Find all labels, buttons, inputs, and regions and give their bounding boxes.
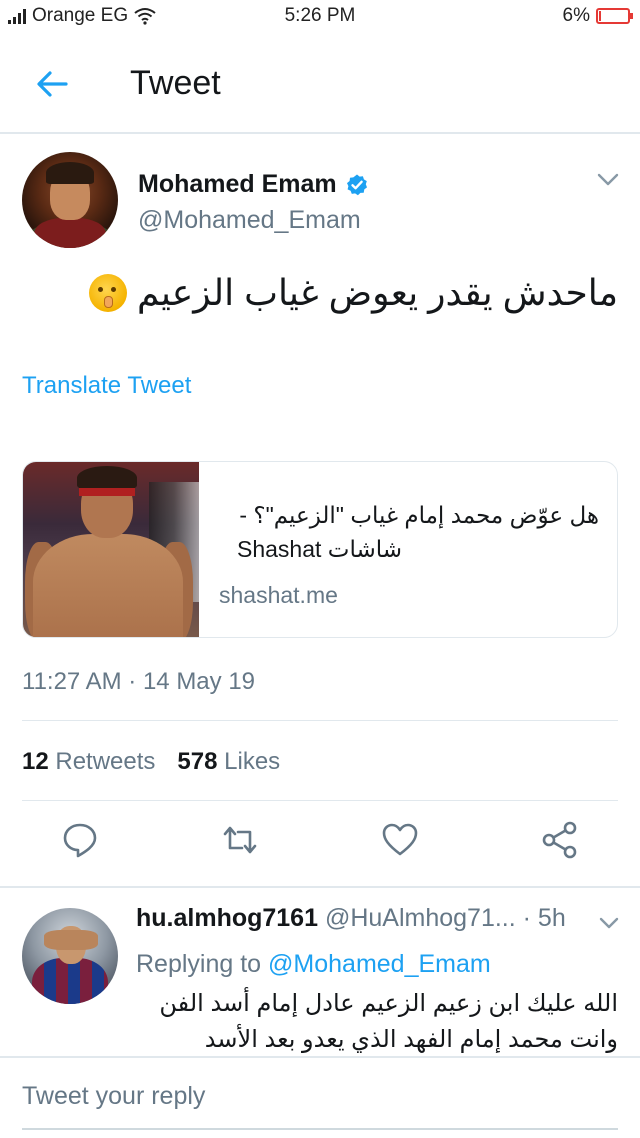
link-card-title: هل عوّض محمد إمام غياب "الزعيم"؟ - شاشات… <box>219 498 599 566</box>
app-bar: Tweet <box>0 32 640 134</box>
link-card-text: هل عوّض محمد إمام غياب "الزعيم"؟ - شاشات… <box>219 498 599 609</box>
tweet-actions <box>0 820 640 870</box>
likes-stat[interactable]: 578 Likes <box>177 748 280 776</box>
reply-text-line2: وانت محمد إمام الفهد الذي يعدو بعد الأسد… <box>204 1026 618 1053</box>
battery-percent: 6% <box>562 5 590 26</box>
reply-header[interactable]: hu.almhog7161 @HuAlmhog71... · 5h <box>136 904 606 933</box>
shushing-face-emoji-icon <box>88 274 127 312</box>
section-divider <box>0 886 640 888</box>
link-card-title-line2: شاشات Shashat <box>237 536 403 562</box>
author-avatar[interactable] <box>22 152 118 248</box>
author-name-row[interactable]: Mohamed Emam <box>138 170 369 199</box>
link-card[interactable]: هل عوّض محمد إمام غياب "الزعيم"؟ - شاشات… <box>22 461 618 638</box>
author-name[interactable]: Mohamed Emam <box>138 170 337 199</box>
reply-time: · 5h <box>522 904 566 932</box>
link-card-title-line1: هل عوّض محمد إمام غياب "الزعيم"؟ - <box>239 502 599 528</box>
battery-level <box>599 11 601 21</box>
divider <box>22 720 618 721</box>
like-icon[interactable] <box>380 820 420 860</box>
tweet-timestamp: 11:27 AM · 14 May 19 <box>22 668 256 695</box>
reply-author-avatar[interactable] <box>22 908 118 1004</box>
status-time: 5:26 PM <box>284 5 356 26</box>
battery-icon <box>596 8 633 24</box>
translate-tweet-link[interactable]: Translate Tweet <box>22 372 191 400</box>
replying-prefix: Replying to <box>136 950 262 978</box>
retweets-count: 12 <box>22 748 49 775</box>
avatar-hair <box>46 162 94 184</box>
arrow-left-icon[interactable] <box>32 64 72 104</box>
replying-mention-link[interactable]: @Mohamed_Emam <box>268 950 491 978</box>
status-right: 6% <box>562 5 633 27</box>
divider <box>22 800 618 801</box>
avatar-shirt <box>34 218 106 248</box>
likes-count: 578 <box>177 748 218 775</box>
card-image-torso <box>33 534 183 637</box>
reply-avatar-jersey <box>32 958 108 1004</box>
share-icon[interactable] <box>540 820 580 860</box>
retweets-label: Retweets <box>55 748 156 775</box>
link-card-domain: shashat.me <box>219 582 338 608</box>
author-handle[interactable]: @Mohamed_Emam <box>138 206 361 235</box>
likes-label: Likes <box>224 748 281 775</box>
reply-input-underline <box>22 1128 618 1130</box>
reply-text: الله عليك ابن زعيم الزعيم عادل إمام أسد … <box>136 986 618 1056</box>
status-bar: Orange EG 5:26 PM 6% <box>0 0 640 32</box>
retweets-stat[interactable]: 12 Retweets <box>22 748 155 776</box>
card-image-headband <box>79 488 135 496</box>
link-card-image <box>23 462 199 637</box>
verified-badge-icon <box>346 174 367 195</box>
tweet-text: ماحدش يقدر يعوض غياب الزعيم <box>88 272 618 314</box>
chevron-down-icon[interactable] <box>598 916 620 930</box>
reply-input[interactable] <box>22 1076 618 1116</box>
tweet-body: ماحدش يقدر يعوض غياب الزعيم <box>136 272 618 313</box>
chevron-down-icon[interactable] <box>596 172 620 188</box>
retweet-icon[interactable] <box>220 820 260 860</box>
reply-text-line1: الله عليك ابن زعيم الزعيم عادل إمام أسد … <box>159 990 618 1017</box>
page-title: Tweet <box>130 64 221 102</box>
reply-avatar-hands <box>44 930 98 950</box>
tweet-stats: 12 Retweets 578 Likes <box>22 748 280 776</box>
card-image-hair <box>77 466 137 490</box>
reply-composer <box>0 1056 640 1138</box>
reply-author-handle[interactable]: @HuAlmhog71... <box>325 904 516 932</box>
replying-to: Replying to @Mohamed_Emam <box>136 950 491 979</box>
reply-icon[interactable] <box>60 820 100 860</box>
reply-author-name[interactable]: hu.almhog7161 <box>136 904 318 932</box>
